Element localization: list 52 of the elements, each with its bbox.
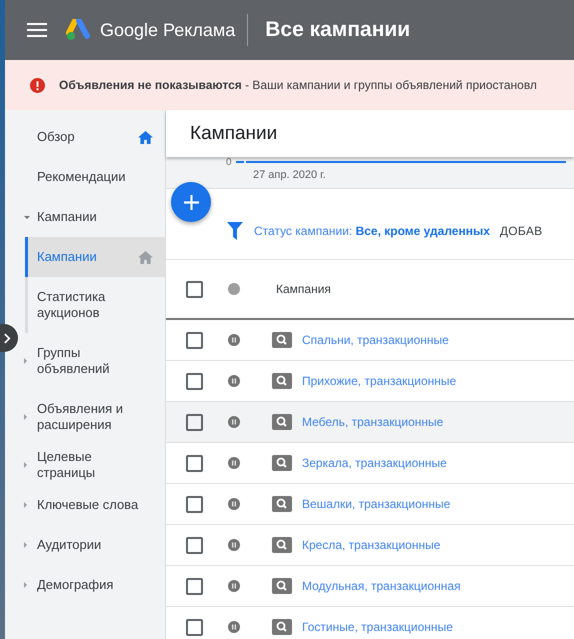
search-icon <box>272 332 292 348</box>
campaign-link[interactable]: Кресла, транзакционные <box>302 538 440 552</box>
column-header[interactable]: Кампания <box>276 282 331 296</box>
row-checkbox[interactable] <box>186 496 203 512</box>
brand-name: Google Реклама <box>100 20 236 40</box>
row-checkbox[interactable] <box>186 454 203 472</box>
row-checkbox[interactable] <box>186 372 203 390</box>
search-icon <box>272 373 292 389</box>
nav-item[interactable]: Кампании <box>5 197 165 237</box>
row-checkbox[interactable] <box>186 536 203 554</box>
error-icon <box>30 78 45 92</box>
nav-item[interactable]: Рекомендации <box>5 157 165 197</box>
search-icon <box>272 414 292 430</box>
search-icon <box>272 455 292 471</box>
axis-tick: 0 <box>226 156 232 168</box>
campaign-link[interactable]: Прихожие, транзакционные <box>302 374 456 388</box>
campaign-link[interactable]: Спальни, транзакционные <box>302 333 449 347</box>
logo-icon <box>66 19 92 41</box>
nav-item[interactable]: Статистика аукционов <box>28 277 165 333</box>
page-title: Все кампании <box>265 18 410 42</box>
status-filter[interactable]: Статус кампании: Все, кроме удаленных <box>254 224 490 238</box>
chevron-icon <box>4 332 10 344</box>
add-button[interactable] <box>171 182 211 222</box>
search-icon <box>272 578 292 594</box>
search-icon <box>272 537 292 553</box>
nav-item[interactable]: Группы объявлений <box>5 333 165 389</box>
row-checkbox[interactable] <box>186 332 203 348</box>
nav-item[interactable]: Целевые страницы <box>5 445 165 485</box>
home-icon[interactable] <box>138 130 153 144</box>
campaign-link[interactable]: Вешалки, транзакционные <box>302 497 450 511</box>
alert-message: Объявления не показываются - Ваши кампании и группы объявлений приостановл <box>59 78 537 92</box>
add-filter-button[interactable]: ДОБАВ <box>500 224 542 238</box>
campaign-link[interactable]: Модульная, транзакционная <box>302 579 461 593</box>
nav-item[interactable]: Аудитории <box>5 525 165 565</box>
row-checkbox[interactable] <box>186 618 203 636</box>
nav-item[interactable]: Ключевые слова <box>5 485 165 525</box>
nav-item[interactable]: Обзор <box>5 117 165 157</box>
row-checkbox[interactable] <box>186 578 203 594</box>
search-icon <box>272 496 292 512</box>
campaign-link[interactable]: Зеркала, транзакционные <box>302 456 447 470</box>
row-checkbox[interactable] <box>186 414 203 430</box>
campaign-link[interactable]: Гостиные, транзакционные <box>302 620 453 634</box>
section-title: Кампании <box>190 122 278 144</box>
menu-icon[interactable] <box>27 23 47 37</box>
axis-date: 27 апр. 2020 г. <box>253 169 327 181</box>
select-all-checkbox[interactable] <box>186 280 203 298</box>
nav-item[interactable]: Демография <box>5 565 165 605</box>
nav-item[interactable]: Объявления и расширения <box>5 389 165 445</box>
status-column-icon <box>228 283 240 295</box>
filter-icon[interactable] <box>227 222 243 240</box>
plus-icon <box>184 194 198 210</box>
search-icon <box>272 619 292 635</box>
